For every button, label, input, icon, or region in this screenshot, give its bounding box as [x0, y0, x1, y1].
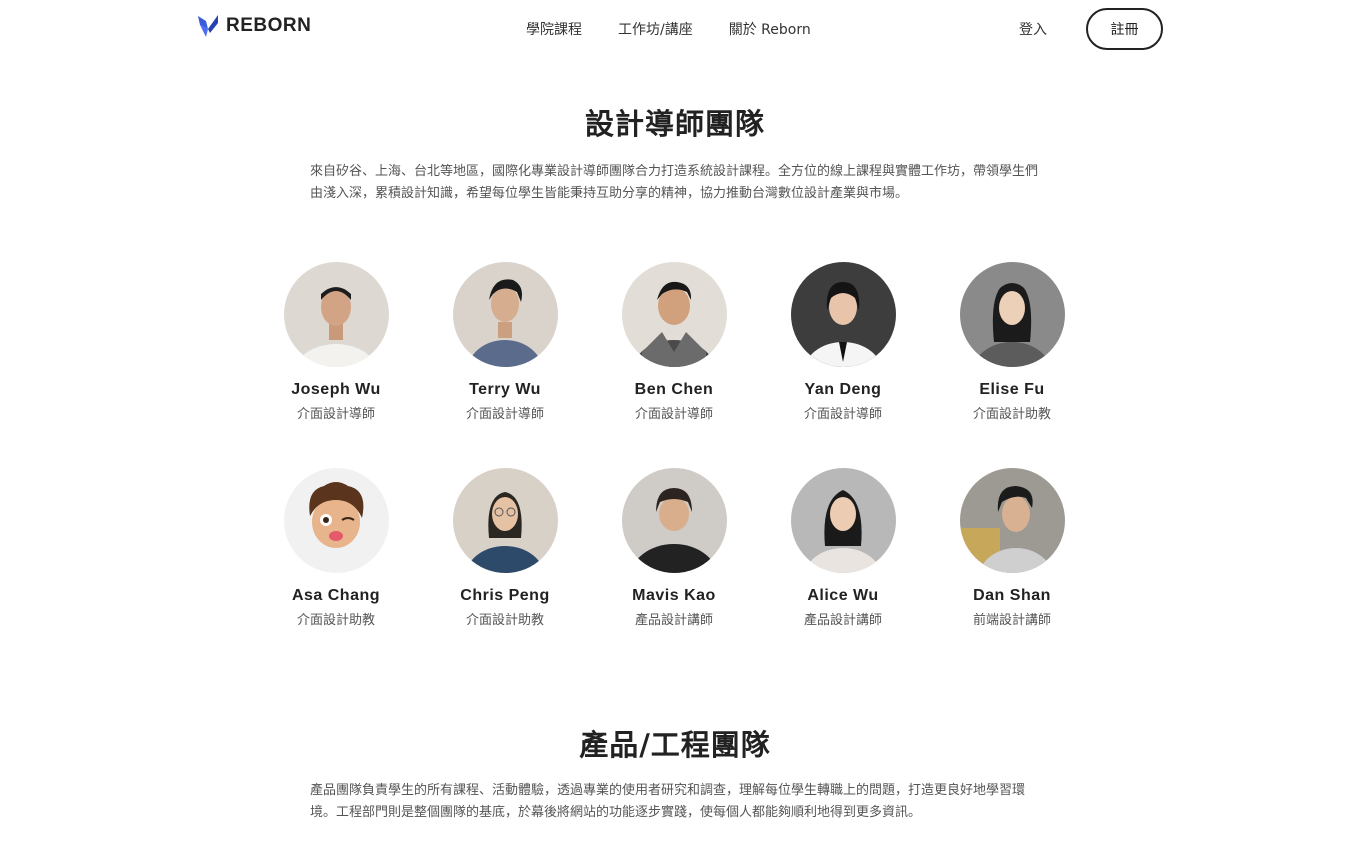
- product-team-description: 產品團隊負責學生的所有課程、活動體驗，透過專業的使用者研究和調查，理解每位學生轉…: [310, 783, 1026, 820]
- member-name: Terry Wu: [469, 381, 541, 398]
- avatar: [959, 262, 1065, 367]
- logo-icon: [196, 13, 220, 39]
- avatar: [283, 262, 389, 367]
- member-name: Alice Wu: [807, 587, 879, 604]
- avatar: [452, 262, 558, 367]
- login-link[interactable]: 登入: [1019, 19, 1047, 39]
- avatar: [283, 468, 389, 573]
- member-name: Ben Chen: [634, 381, 714, 398]
- team-member[interactable]: Dan Shan 前端設計講師: [927, 468, 1097, 628]
- member-role: 介面設計導師: [296, 407, 375, 422]
- nav-about[interactable]: 關於 Reborn: [729, 19, 811, 39]
- nav-courses[interactable]: 學院課程: [526, 19, 582, 39]
- team-member[interactable]: Ben Chen 介面設計導師: [589, 262, 759, 422]
- avatar: [452, 468, 558, 573]
- team-member[interactable]: Asa Chang 介面設計助教: [251, 468, 421, 628]
- member-name: Mavis Kao: [632, 587, 716, 604]
- member-name: Chris Peng: [460, 587, 550, 604]
- avatar: [790, 262, 896, 367]
- logo[interactable]: REBORN: [196, 13, 311, 39]
- signup-button[interactable]: 註冊: [1086, 8, 1163, 50]
- member-name: Yan Deng: [804, 381, 882, 398]
- avatar: [621, 262, 727, 367]
- member-name: Dan Shan: [973, 587, 1051, 604]
- product-team-title: 產品/工程團隊: [579, 728, 771, 762]
- member-role: 產品設計講師: [803, 613, 882, 628]
- team-member[interactable]: Chris Peng 介面設計助教: [420, 468, 590, 628]
- team-member[interactable]: Terry Wu 介面設計導師: [420, 262, 590, 422]
- member-role: 前端設計講師: [972, 613, 1051, 628]
- design-team-description: 來自矽谷、上海、台北等地區，國際化專業設計導師團隊合力打造系統設計課程。全方位的…: [310, 164, 1039, 201]
- member-role: 介面設計導師: [465, 407, 544, 422]
- member-role: 介面設計助教: [972, 407, 1051, 422]
- main-nav: 學院課程 工作坊/講座 關於 Reborn: [526, 19, 811, 39]
- member-name: Asa Chang: [291, 587, 381, 604]
- member-role: 介面設計導師: [634, 407, 713, 422]
- avatar: [790, 468, 896, 573]
- member-name: Elise Fu: [979, 381, 1045, 398]
- avatar: [959, 468, 1065, 573]
- member-role: 介面設計助教: [296, 613, 375, 628]
- member-role: 介面設計導師: [803, 407, 882, 422]
- logo-text: REBORN: [226, 15, 312, 36]
- avatar: [621, 468, 727, 573]
- member-role: 介面設計助教: [465, 613, 544, 628]
- member-role: 產品設計講師: [634, 613, 713, 628]
- team-member[interactable]: Alice Wu 產品設計講師: [758, 468, 928, 628]
- team-member[interactable]: Elise Fu 介面設計助教: [927, 262, 1097, 422]
- member-name: Joseph Wu: [291, 381, 381, 398]
- team-member[interactable]: Mavis Kao 產品設計講師: [589, 468, 759, 628]
- nav-workshops[interactable]: 工作坊/講座: [618, 19, 693, 39]
- design-team-title: 設計導師團隊: [584, 107, 765, 141]
- site-header: REBORN 學院課程 工作坊/講座 關於 Reborn 登入 註冊: [0, 0, 1350, 60]
- team-member[interactable]: Yan Deng 介面設計導師: [758, 262, 928, 422]
- team-member[interactable]: Joseph Wu 介面設計導師: [251, 262, 421, 422]
